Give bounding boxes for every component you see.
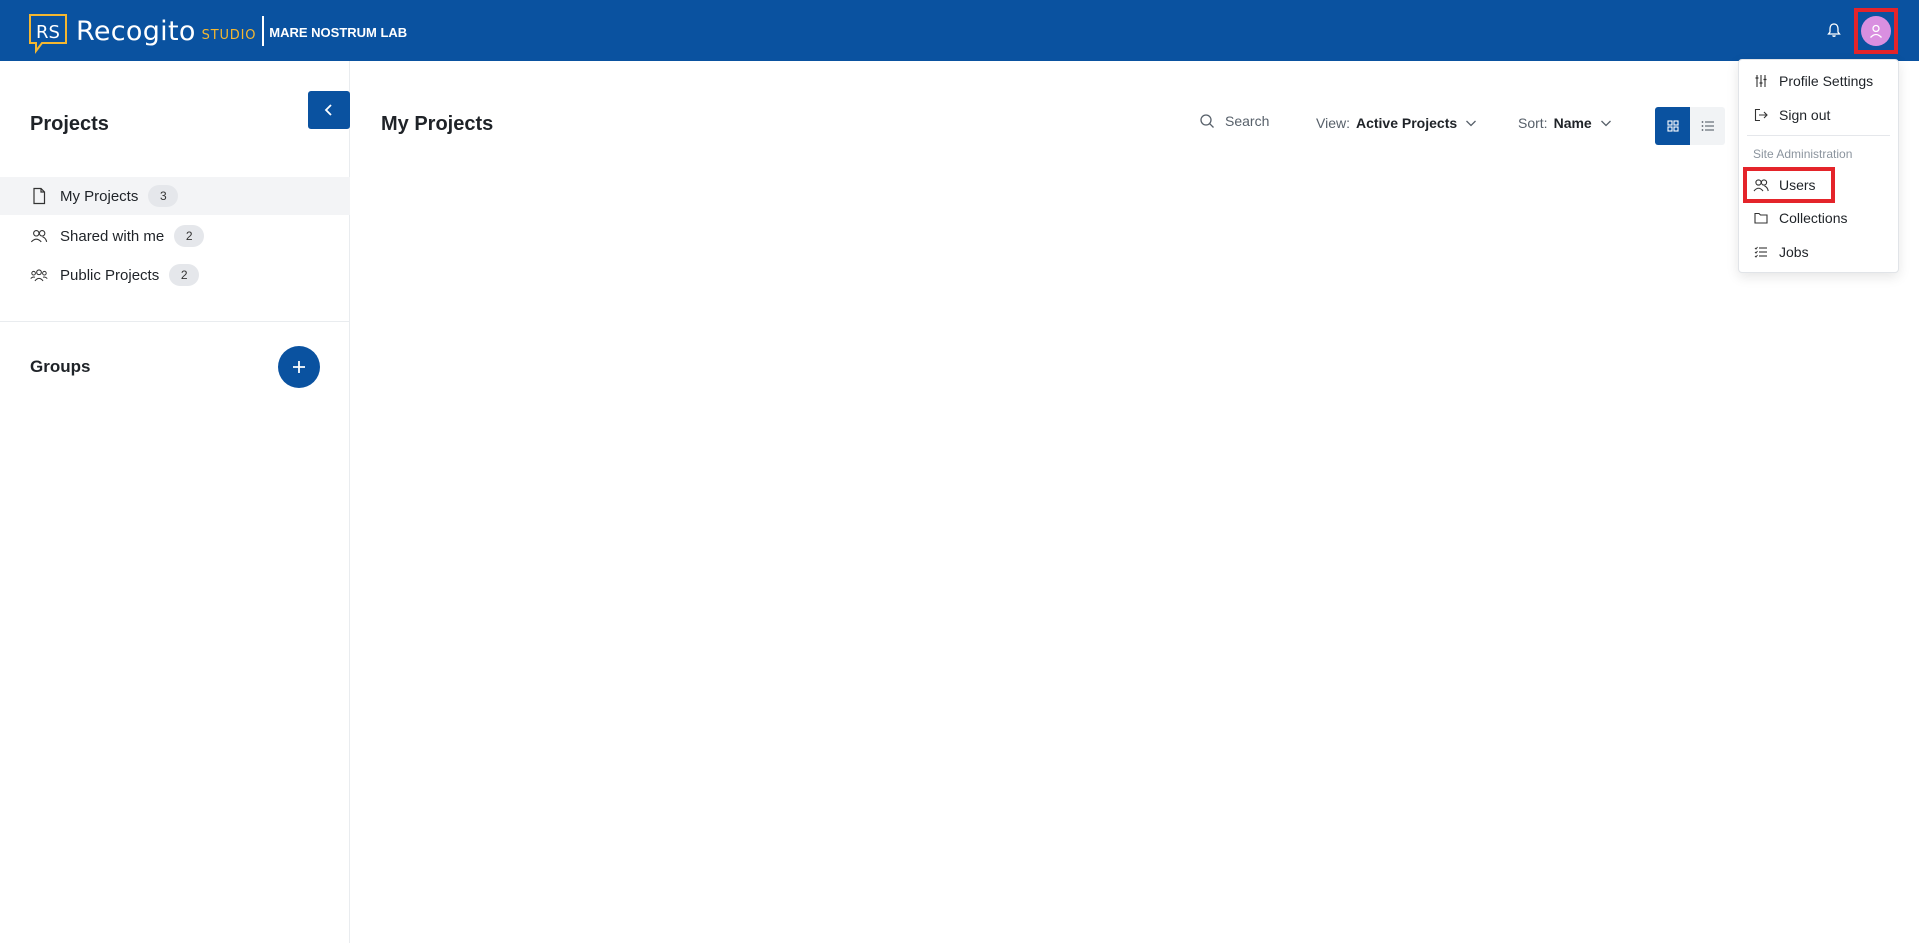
list-icon (1701, 121, 1714, 131)
chevron-left-icon (324, 104, 332, 116)
menu-section-heading: Site Administration (1753, 147, 1853, 161)
avatar-highlight (1854, 8, 1898, 54)
view-label: View: (1316, 115, 1350, 131)
page-title: My Projects (381, 113, 494, 135)
users-icon (30, 227, 48, 245)
bell-icon[interactable] (1826, 22, 1842, 38)
sort-dropdown[interactable]: Sort: Name (1518, 115, 1612, 131)
sort-label: Sort: (1518, 115, 1548, 131)
menu-divider (1747, 135, 1890, 136)
menu-item-sign-out[interactable]: Sign out (1753, 103, 1830, 127)
menu-item-collections[interactable]: Collections (1753, 206, 1847, 230)
list-check-icon (1753, 244, 1769, 260)
user-dropdown-menu: Profile Settings Sign out Site Administr… (1738, 59, 1899, 273)
recogito-logo-icon: RS (28, 13, 68, 54)
user-icon (1870, 24, 1882, 38)
sidebar: Projects My Projects 3 Shared with me 2 … (0, 61, 350, 943)
folder-icon (1753, 210, 1769, 226)
chevron-down-icon (1600, 120, 1611, 127)
collapse-sidebar-button[interactable] (308, 91, 350, 129)
search-icon (1200, 114, 1214, 128)
brand-name: Recogito (76, 15, 196, 47)
groups-title: Groups (30, 357, 91, 376)
search-label: Search (1225, 113, 1270, 129)
sidebar-item-label: Shared with me (60, 227, 165, 245)
sidebar-item-public-projects[interactable]: Public Projects 2 (0, 256, 350, 294)
document-icon (30, 187, 48, 205)
layout-toggle (1655, 107, 1725, 145)
sidebar-item-label: Public Projects (60, 266, 160, 284)
project-count-badge: 3 (148, 185, 179, 207)
chevron-down-icon (1466, 120, 1477, 127)
group-icon (30, 266, 48, 284)
menu-item-profile-settings[interactable]: Profile Settings (1753, 69, 1873, 93)
sidebar-title: Projects (30, 113, 109, 135)
view-filter-dropdown[interactable]: View: Active Projects (1316, 115, 1477, 131)
menu-item-label: Collections (1779, 210, 1848, 226)
view-value: Active Projects (1355, 115, 1458, 131)
brand-logo[interactable]: RS Recogito STUDIO MARE NOSTRUM LAB (28, 10, 408, 54)
sidebar-item-shared-with-me[interactable]: Shared with me 2 (0, 217, 350, 255)
brand-divider (262, 16, 265, 46)
grid-icon (1666, 120, 1679, 132)
menu-item-label: Profile Settings (1779, 73, 1874, 89)
sidebar-item-my-projects[interactable]: My Projects 3 (0, 177, 350, 215)
project-count-badge: 2 (169, 264, 200, 286)
top-navbar: RS Recogito STUDIO MARE NOSTRUM LAB (0, 0, 1919, 61)
brand-studio: STUDIO (201, 28, 257, 43)
menu-item-label: Jobs (1779, 244, 1809, 260)
plus-icon (293, 361, 305, 373)
grid-view-button[interactable] (1655, 107, 1690, 145)
sidebar-divider (0, 321, 350, 322)
users-highlight-box (1743, 167, 1835, 203)
brand-lab: MARE NOSTRUM LAB (269, 24, 408, 40)
sort-value: Name (1553, 115, 1592, 131)
search-button[interactable]: Search (1199, 113, 1269, 129)
sign-out-icon (1753, 107, 1769, 123)
sliders-icon (1753, 73, 1769, 89)
sidebar-item-label: My Projects (60, 187, 139, 205)
menu-item-label: Sign out (1779, 107, 1831, 123)
menu-item-jobs[interactable]: Jobs (1753, 240, 1809, 264)
add-group-button[interactable] (278, 346, 320, 388)
svg-text:RS: RS (36, 22, 60, 43)
project-count-badge: 2 (174, 225, 205, 247)
user-avatar-button[interactable] (1861, 16, 1891, 46)
list-view-button[interactable] (1690, 107, 1725, 145)
